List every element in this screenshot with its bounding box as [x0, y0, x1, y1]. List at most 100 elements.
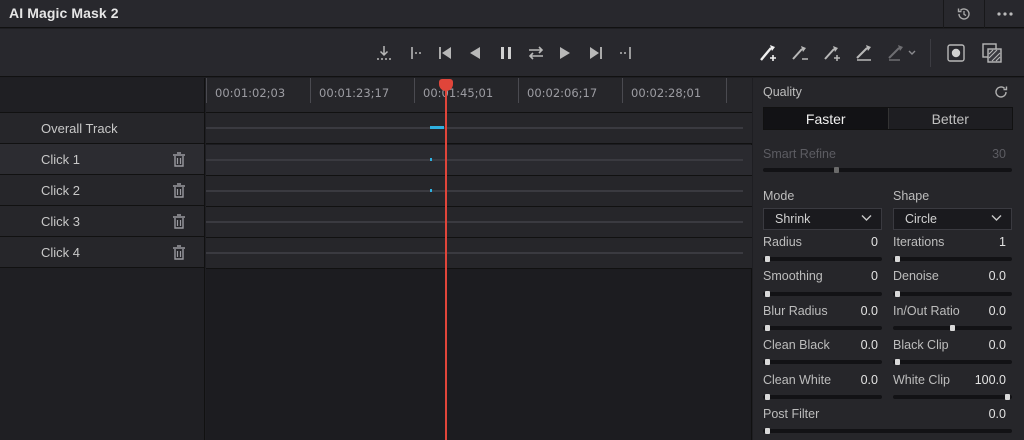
timecode-label: 00:02:06;17 — [527, 86, 598, 100]
shape-dropdown[interactable]: Circle — [893, 208, 1012, 230]
ruler-tick — [310, 78, 311, 103]
history-button[interactable] — [943, 0, 983, 28]
chevron-down-icon — [861, 215, 872, 221]
trash-icon[interactable] — [172, 183, 186, 198]
slider-knob[interactable] — [765, 394, 770, 400]
radius-slider[interactable] — [763, 256, 882, 262]
smart-refine-value[interactable]: 30 — [953, 147, 1006, 161]
clean-white-value[interactable]: 0.0 — [833, 373, 878, 387]
track-backward-button[interactable] — [463, 41, 487, 65]
remove-stroke-button[interactable] — [852, 41, 876, 65]
matte-view-button[interactable] — [980, 41, 1004, 65]
track-forward-button[interactable] — [553, 41, 577, 65]
mode-dropdown[interactable]: Shrink — [763, 208, 882, 230]
quality-toggle: Faster Better — [763, 107, 1013, 130]
quality-faster-button[interactable]: Faster — [764, 108, 889, 129]
lane-line — [206, 190, 743, 192]
timecode-label: 00:01:45;01 — [423, 86, 494, 100]
clean-white-slider[interactable] — [763, 394, 882, 400]
tracking-timeline[interactable]: 00:01:02;03 00:01:23;17 00:01:45;01 00:0… — [206, 78, 752, 440]
track-label: Click 4 — [41, 245, 81, 260]
slider-knob[interactable] — [1005, 394, 1010, 400]
track-row-click-3[interactable]: Click 3 — [0, 206, 204, 237]
timecode-ruler[interactable]: 00:01:02;03 00:01:23;17 00:01:45;01 00:0… — [206, 78, 752, 113]
subtract-stroke-icon — [792, 46, 808, 60]
track-lane-click-1[interactable] — [206, 145, 752, 176]
in-out-ratio-slider[interactable] — [893, 325, 1012, 331]
subtract-stroke-button[interactable] — [788, 41, 812, 65]
track-row-click-1[interactable]: Click 1 — [0, 144, 204, 175]
black-clip-slider[interactable] — [893, 359, 1012, 365]
reset-icon[interactable] — [993, 84, 1009, 100]
track-row-click-2[interactable]: Click 2 — [0, 175, 204, 206]
track-lane-overall[interactable] — [206, 113, 752, 144]
slider-knob[interactable] — [950, 325, 955, 331]
blur-radius-slider[interactable] — [763, 325, 882, 331]
smart-refine-slider[interactable] — [763, 167, 1012, 173]
track-row-click-4[interactable]: Click 4 — [0, 237, 204, 268]
track-both-directions-button[interactable] — [524, 41, 548, 65]
track-in-button[interactable] — [372, 41, 396, 65]
go-to-start-button[interactable] — [433, 41, 457, 65]
track-list: Overall Track Click 1 Click 2 Click 3 Cl… — [0, 78, 205, 440]
go-start-icon — [439, 47, 451, 59]
step-forward-button[interactable] — [614, 41, 638, 65]
more-options-button[interactable] — [984, 0, 1024, 28]
trash-icon[interactable] — [172, 245, 186, 260]
blur-radius-label: Blur Radius — [763, 304, 828, 318]
iterations-label: Iterations — [893, 235, 945, 249]
smoothing-slider[interactable] — [763, 291, 882, 297]
post-filter-slider[interactable] — [763, 428, 1012, 434]
slider-knob[interactable] — [765, 359, 770, 365]
track-lane-click-4[interactable] — [206, 238, 752, 269]
post-filter-value[interactable]: 0.0 — [953, 407, 1006, 421]
mask-overlay-icon — [947, 44, 965, 62]
slider-knob[interactable] — [895, 291, 900, 297]
iterations-value[interactable]: 1 — [963, 235, 1006, 249]
in-out-ratio-value[interactable]: 0.0 — [963, 304, 1006, 318]
blur-radius-value[interactable]: 0.0 — [833, 304, 878, 318]
eraser-dropdown-button[interactable] — [884, 41, 920, 65]
step-back-button[interactable] — [404, 41, 428, 65]
mode-label: Mode — [763, 189, 795, 203]
slider-knob[interactable] — [895, 256, 900, 262]
track-lane-click-2[interactable] — [206, 176, 752, 207]
smoothing-value[interactable]: 0 — [833, 269, 878, 283]
black-clip-label: Black Clip — [893, 338, 949, 352]
ruler-tick — [414, 78, 415, 103]
denoise-slider[interactable] — [893, 291, 1012, 297]
white-clip-value[interactable]: 100.0 — [953, 373, 1006, 387]
post-filter-label: Post Filter — [763, 407, 820, 421]
quality-better-button[interactable]: Better — [889, 108, 1013, 129]
slider-knob[interactable] — [765, 291, 770, 297]
slider-knob[interactable] — [895, 359, 900, 365]
trash-icon[interactable] — [172, 152, 186, 167]
clean-black-value[interactable]: 0.0 — [833, 338, 878, 352]
matte-view-icon — [982, 43, 1002, 63]
pause-button[interactable] — [494, 41, 518, 65]
go-to-end-button[interactable] — [584, 41, 608, 65]
iterations-slider[interactable] — [893, 256, 1012, 262]
black-clip-value[interactable]: 0.0 — [963, 338, 1006, 352]
trash-icon[interactable] — [172, 214, 186, 229]
slider-knob[interactable] — [765, 256, 770, 262]
slider-knob[interactable] — [765, 325, 770, 331]
slider-knob[interactable] — [834, 167, 839, 173]
track-row-overall[interactable]: Overall Track — [0, 113, 204, 144]
white-clip-slider[interactable] — [893, 394, 1012, 400]
mask-overlay-button[interactable] — [944, 41, 968, 65]
track-backward-icon — [470, 47, 480, 59]
mask-settings-panel: Quality Faster Better Smart Refine 30 Mo… — [753, 78, 1024, 440]
lane-line — [206, 159, 743, 161]
clean-black-slider[interactable] — [763, 359, 882, 365]
denoise-label: Denoise — [893, 269, 939, 283]
track-lane-click-3[interactable] — [206, 207, 752, 238]
track-label: Click 3 — [41, 214, 81, 229]
ruler-tick — [622, 78, 623, 103]
radius-value[interactable]: 0 — [833, 235, 878, 249]
playhead[interactable] — [445, 80, 447, 440]
add-stroke-button[interactable] — [756, 41, 780, 65]
add-feature-button[interactable] — [820, 41, 844, 65]
denoise-value[interactable]: 0.0 — [963, 269, 1006, 283]
slider-knob[interactable] — [765, 428, 770, 434]
